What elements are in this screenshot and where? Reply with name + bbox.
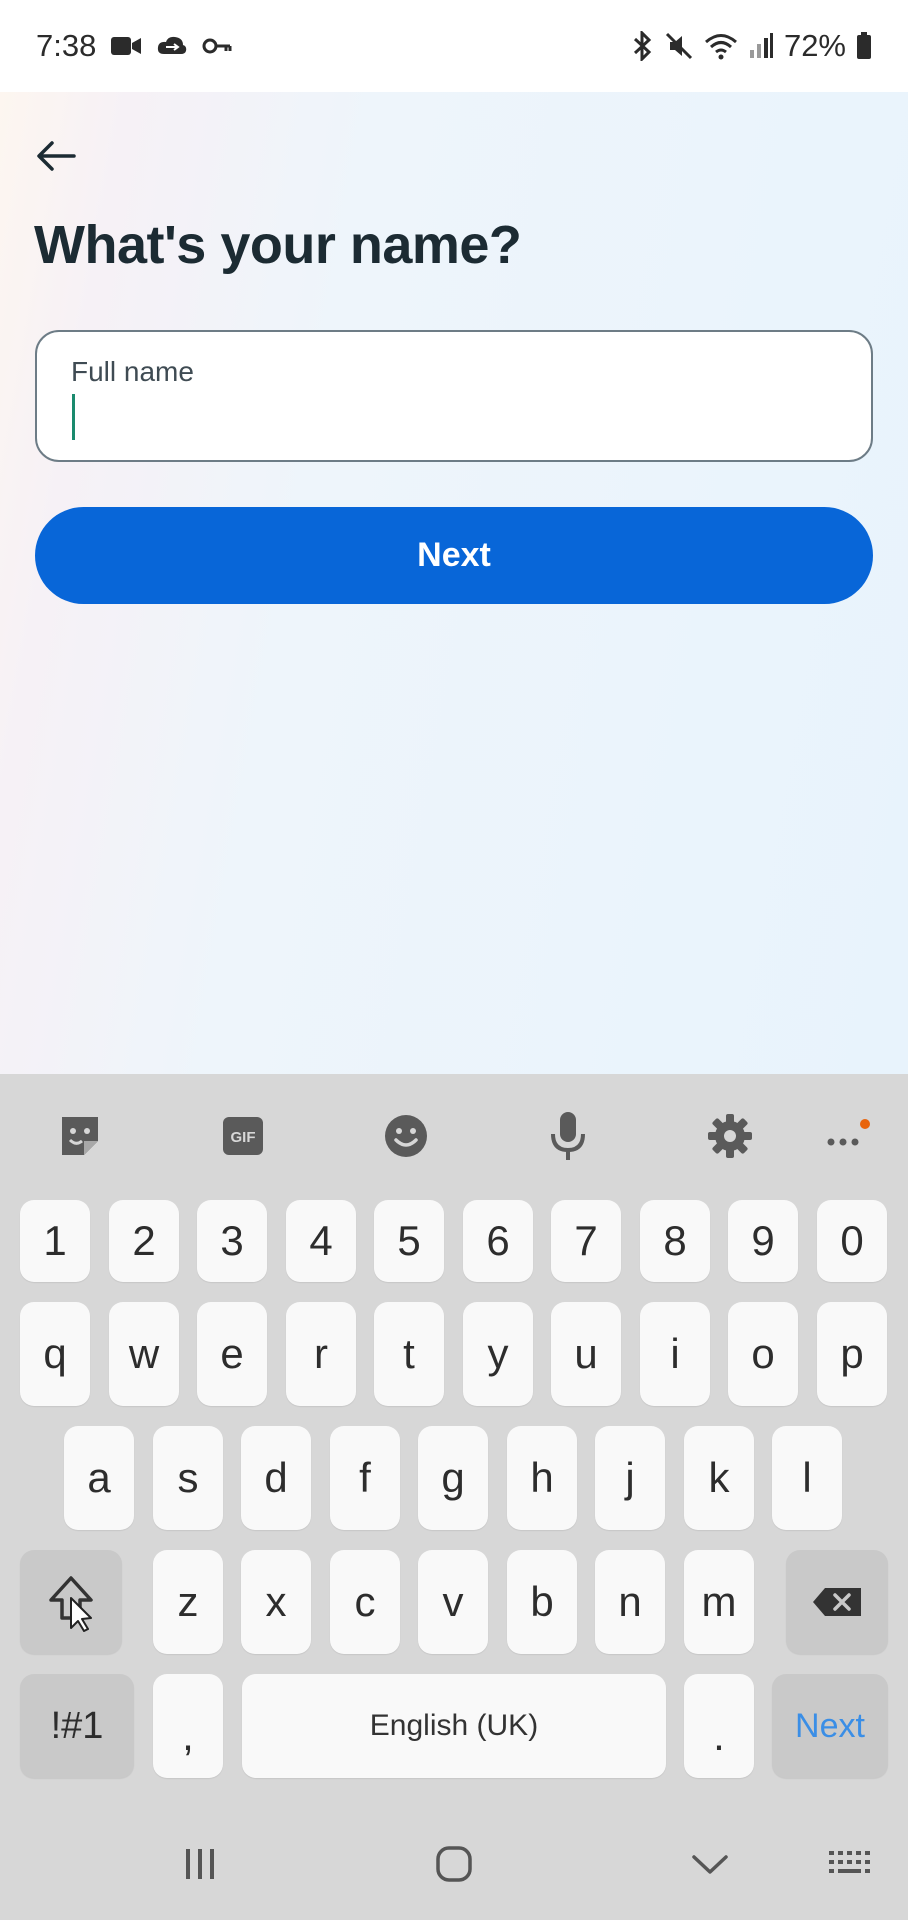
- key-f[interactable]: f: [330, 1426, 400, 1530]
- emoji-icon[interactable]: [378, 1108, 434, 1164]
- next-button[interactable]: Next: [35, 507, 873, 604]
- keyboard-toolbar: GIF: [0, 1074, 908, 1194]
- home-icon[interactable]: [424, 1836, 484, 1892]
- key-x[interactable]: x: [241, 1550, 311, 1654]
- microphone-icon[interactable]: [540, 1108, 596, 1164]
- app-screen: What's your name? Full name Next: [0, 92, 908, 1074]
- recents-icon[interactable]: [170, 1836, 230, 1892]
- page-title: What's your name?: [34, 215, 522, 275]
- keyboard-switch-icon[interactable]: [820, 1836, 880, 1892]
- key-i[interactable]: i: [640, 1302, 710, 1406]
- key-p[interactable]: p: [817, 1302, 887, 1406]
- key-v[interactable]: v: [418, 1550, 488, 1654]
- key-a[interactable]: a: [64, 1426, 134, 1530]
- mute-icon: [664, 31, 694, 61]
- key-8[interactable]: 8: [640, 1200, 710, 1282]
- battery-level: 72%: [783, 28, 846, 63]
- space-key[interactable]: English (UK): [242, 1674, 666, 1778]
- period-key[interactable]: .: [684, 1674, 754, 1778]
- key-r[interactable]: r: [286, 1302, 356, 1406]
- key-o[interactable]: o: [728, 1302, 798, 1406]
- back-button[interactable]: [30, 130, 82, 182]
- key-k[interactable]: k: [684, 1426, 754, 1530]
- keyboard: GIF 1 2 3 4 5 6 7 8 9 0 q w e r t y u i …: [0, 1074, 908, 1920]
- key-1[interactable]: 1: [20, 1200, 90, 1282]
- battery-icon: [856, 32, 872, 60]
- key-e[interactable]: e: [197, 1302, 267, 1406]
- key-u[interactable]: u: [551, 1302, 621, 1406]
- key-y[interactable]: y: [463, 1302, 533, 1406]
- backspace-key[interactable]: [786, 1550, 888, 1654]
- key-s[interactable]: s: [153, 1426, 223, 1530]
- shift-key[interactable]: [20, 1550, 122, 1654]
- full-name-input[interactable]: [69, 394, 829, 444]
- key-w[interactable]: w: [109, 1302, 179, 1406]
- key-2[interactable]: 2: [109, 1200, 179, 1282]
- comma-key[interactable]: ,: [153, 1674, 223, 1778]
- key-4[interactable]: 4: [286, 1200, 356, 1282]
- key-z[interactable]: z: [153, 1550, 223, 1654]
- signal-icon: [748, 32, 774, 60]
- notification-dot: [860, 1119, 870, 1129]
- bluetooth-icon: [632, 31, 654, 61]
- key-icon: [202, 36, 232, 56]
- gif-icon-label: GIF: [231, 1129, 256, 1146]
- key-g[interactable]: g: [418, 1426, 488, 1530]
- key-m[interactable]: m: [684, 1550, 754, 1654]
- status-left: 7:38: [36, 28, 232, 64]
- key-t[interactable]: t: [374, 1302, 444, 1406]
- navigation-bar: [0, 1808, 908, 1920]
- key-9[interactable]: 9: [728, 1200, 798, 1282]
- key-q[interactable]: q: [20, 1302, 90, 1406]
- shift-icon: [49, 1576, 93, 1632]
- sticker-icon[interactable]: [52, 1108, 108, 1164]
- more-icon[interactable]: [818, 1108, 874, 1164]
- status-time: 7:38: [36, 28, 97, 63]
- video-icon: [110, 35, 142, 57]
- symbols-key[interactable]: !#1: [20, 1674, 134, 1778]
- key-3[interactable]: 3: [197, 1200, 267, 1282]
- gif-icon[interactable]: GIF: [215, 1108, 271, 1164]
- key-n[interactable]: n: [595, 1550, 665, 1654]
- key-d[interactable]: d: [241, 1426, 311, 1530]
- key-l[interactable]: l: [772, 1426, 842, 1530]
- key-b[interactable]: b: [507, 1550, 577, 1654]
- key-6[interactable]: 6: [463, 1200, 533, 1282]
- status-bar: 7:38 72%: [0, 0, 908, 92]
- backspace-icon: [813, 1588, 861, 1616]
- key-c[interactable]: c: [330, 1550, 400, 1654]
- key-0[interactable]: 0: [817, 1200, 887, 1282]
- key-h[interactable]: h: [507, 1426, 577, 1530]
- key-7[interactable]: 7: [551, 1200, 621, 1282]
- cloud-sync-icon: [156, 34, 188, 58]
- key-j[interactable]: j: [595, 1426, 665, 1530]
- wifi-icon: [704, 32, 738, 60]
- full-name-label: Full name: [71, 356, 194, 387]
- enter-next-key[interactable]: Next: [772, 1674, 888, 1778]
- settings-icon[interactable]: [702, 1108, 758, 1164]
- status-right: 72%: [632, 0, 872, 92]
- arrow-left-icon: [37, 141, 76, 171]
- back-chevron-icon[interactable]: [680, 1836, 740, 1892]
- text-caret: [72, 394, 75, 440]
- full-name-field[interactable]: Full name: [35, 330, 873, 462]
- key-5[interactable]: 5: [374, 1200, 444, 1282]
